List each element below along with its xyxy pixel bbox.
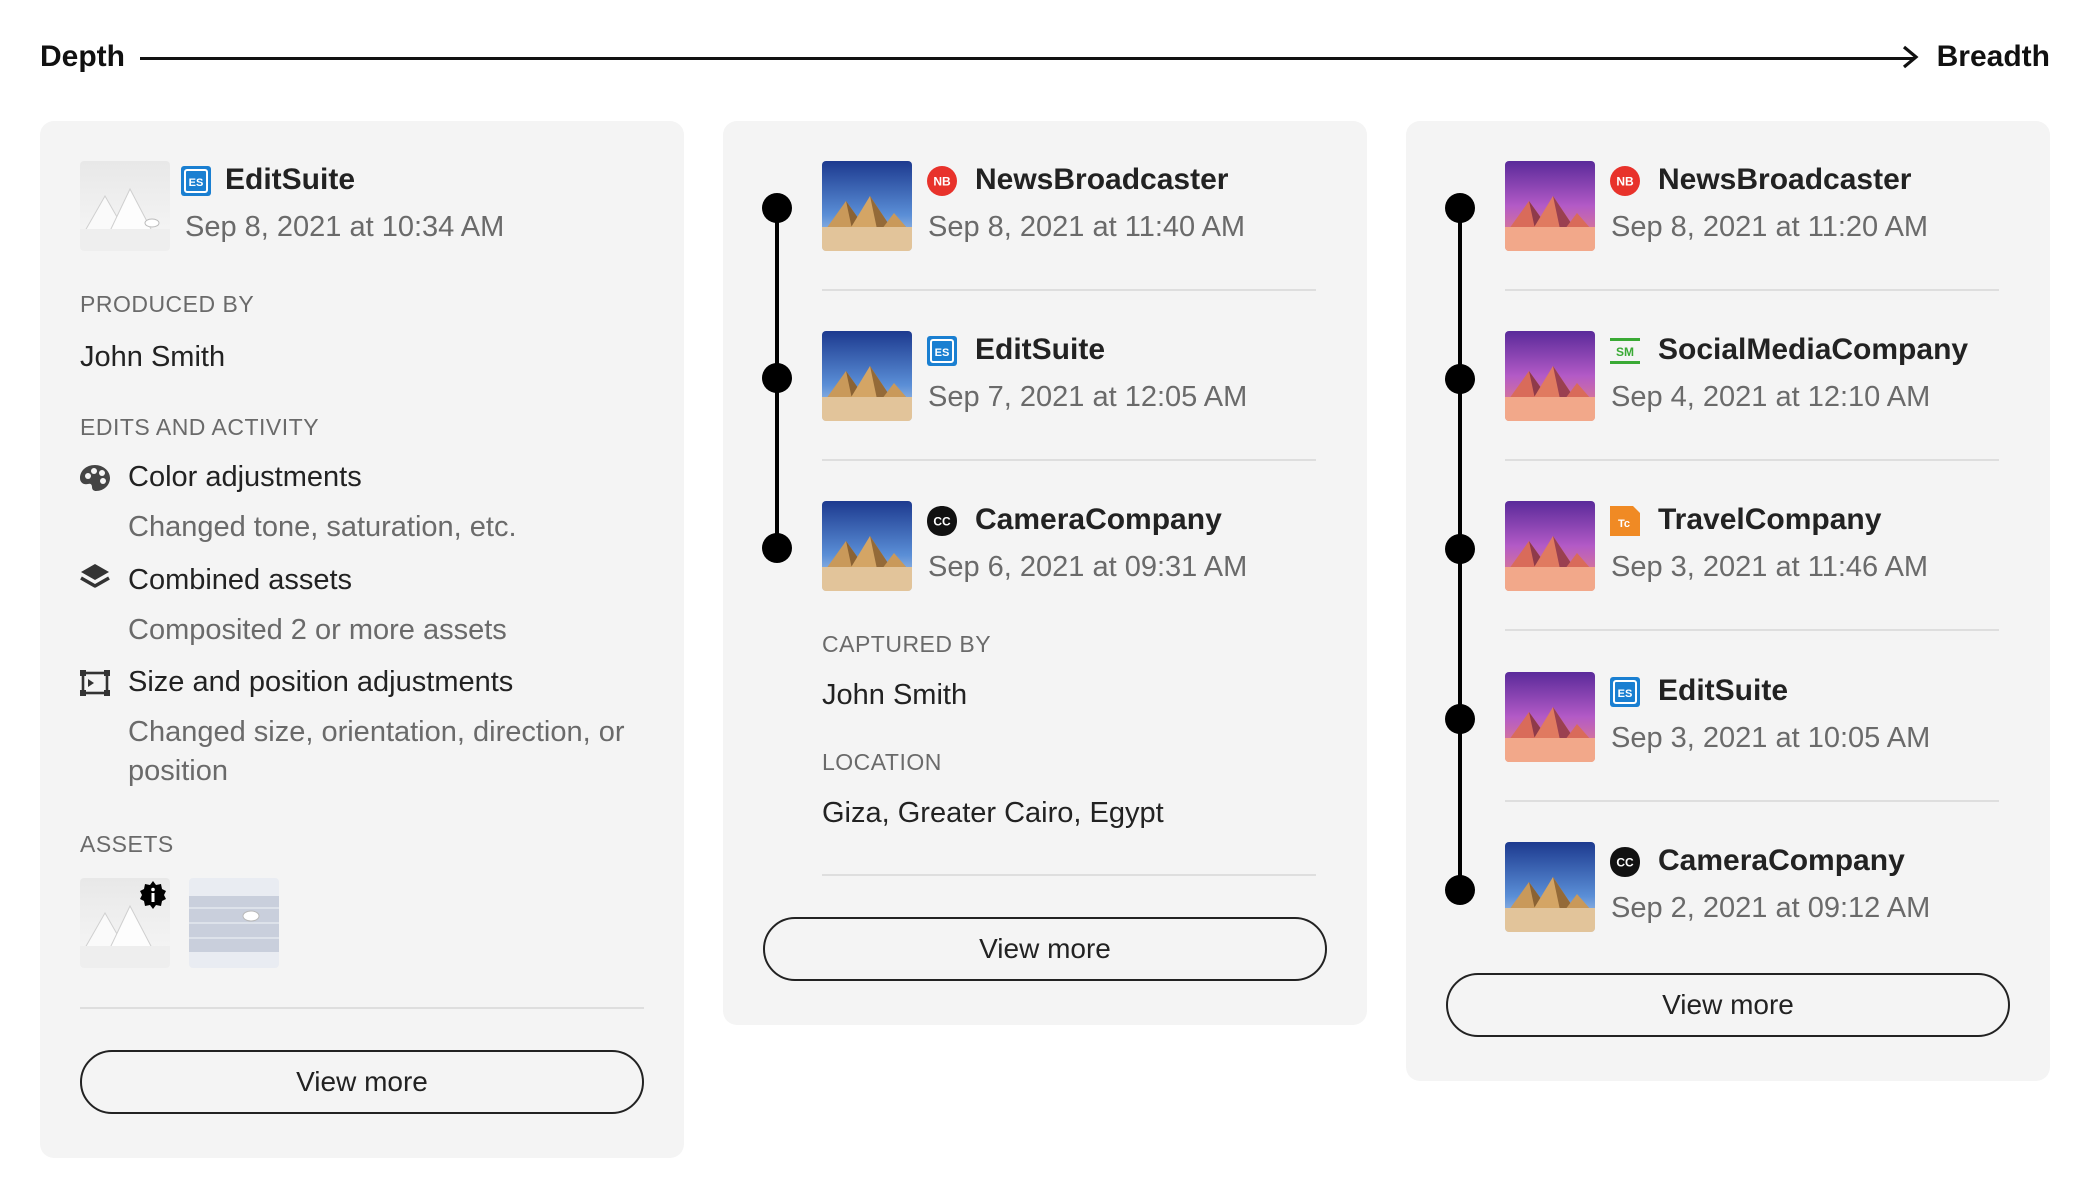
brand-name: CameraCompany [975, 503, 1222, 536]
produced-by-value: John Smith [80, 341, 226, 373]
travelcompany-logo-icon: Tc [1610, 506, 1640, 536]
asset-thumbnail[interactable] [80, 161, 170, 251]
timeline-dot [1445, 534, 1475, 564]
timestamp: Sep 6, 2021 at 09:31 AM [928, 551, 1248, 583]
svg-text:CC: CC [933, 515, 951, 529]
svg-text:ES: ES [189, 177, 204, 189]
timestamp: Sep 8, 2021 at 10:34 AM [185, 211, 505, 243]
asset-thumbnail[interactable] [1505, 501, 1595, 591]
timeline-dot [762, 193, 792, 223]
timeline-dot [1445, 704, 1475, 734]
brand-name: TravelCompany [1658, 503, 1882, 536]
layers-icon [80, 564, 110, 588]
edits-activity-label: EDITS AND ACTIVITY [80, 414, 320, 440]
divider [80, 1007, 644, 1009]
timeline-dot [1445, 193, 1475, 223]
axis-right-label: Breadth [1936, 40, 2050, 73]
timestamp: Sep 7, 2021 at 12:05 AM [928, 381, 1248, 413]
crop-icon [80, 670, 110, 696]
timeline-dot [762, 533, 792, 563]
asset-thumbnail[interactable] [822, 501, 912, 591]
depth-card: ES EditSuite Sep 8, 2021 at 10:34 AM PRO… [40, 121, 684, 1158]
timestamp: Sep 8, 2021 at 11:20 AM [1611, 211, 1929, 243]
divider [822, 459, 1316, 461]
cameracompany-logo-icon: CC [1610, 847, 1640, 877]
assets-label: ASSETS [80, 831, 174, 857]
location-value: Giza, Greater Cairo, Egypt [822, 797, 1164, 829]
asset-thumbnail[interactable] [1505, 672, 1595, 762]
timeline-dot [1445, 364, 1475, 394]
asset-thumbnail[interactable] [1505, 161, 1595, 251]
palette-icon [80, 465, 110, 491]
brand-name: SocialMediaCompany [1658, 333, 1969, 366]
brand-name: NewsBroadcaster [975, 163, 1229, 196]
divider [1505, 289, 1999, 291]
svg-text:ES: ES [935, 347, 950, 359]
svg-text:NB: NB [933, 175, 951, 189]
editsuite-logo-icon: ES [181, 166, 211, 196]
brand-name: CameraCompany [1658, 844, 1905, 877]
captured-by-value: John Smith [822, 679, 968, 711]
timestamp: Sep 4, 2021 at 12:10 AM [1611, 381, 1931, 413]
edit-description: Changed size, orientation, direction, or… [128, 716, 625, 787]
timestamp: Sep 3, 2021 at 11:46 AM [1611, 551, 1929, 583]
view-more-button[interactable]: View more [763, 917, 1327, 981]
timestamp: Sep 8, 2021 at 11:40 AM [928, 211, 1246, 243]
cameracompany-logo-icon: CC [927, 506, 957, 536]
view-more-button[interactable]: View more [1446, 973, 2010, 1037]
brand-name: EditSuite [225, 163, 356, 196]
edit-title: Color adjustments [128, 461, 362, 493]
view-more-button[interactable]: View more [80, 1050, 644, 1114]
timeline-card-depth: NB NewsBroadcaster Sep 8, 2021 at 11:40 … [723, 121, 1367, 1025]
captured-by-label: CAPTURED BY [822, 631, 992, 657]
svg-text:SM: SM [1616, 345, 1634, 359]
timeline-dot [1445, 875, 1475, 905]
newsbroadcaster-logo-icon: NB [927, 166, 957, 196]
brand-name: NewsBroadcaster [1658, 163, 1912, 196]
location-label: LOCATION [822, 749, 942, 775]
editsuite-logo-icon: ES [1610, 677, 1640, 707]
edit-description: Changed tone, saturation, etc. [128, 511, 517, 543]
produced-by-label: PRODUCED BY [80, 291, 255, 317]
editsuite-logo-icon: ES [927, 336, 957, 366]
svg-text:ES: ES [1618, 688, 1633, 700]
divider [1505, 459, 1999, 461]
brand-name: EditSuite [1658, 674, 1789, 707]
timeline-card-breadth: NB NewsBroadcaster Sep 8, 2021 at 11:20 … [1406, 121, 2050, 1081]
edit-title: Size and position adjustments [128, 666, 514, 698]
divider [822, 874, 1316, 876]
arrow-right-icon [1902, 45, 1919, 69]
svg-text:NB: NB [1616, 175, 1634, 189]
asset-thumbnail[interactable] [1505, 331, 1595, 421]
svg-text:Tc: Tc [1618, 518, 1630, 530]
axis-line [140, 57, 1915, 60]
asset-thumbnail[interactable] [1505, 842, 1595, 932]
edit-title: Combined assets [128, 564, 353, 596]
asset-thumbnail[interactable] [822, 331, 912, 421]
divider [1505, 800, 1999, 802]
asset-thumbnail[interactable] [189, 878, 279, 968]
asset-thumbnail[interactable] [822, 161, 912, 251]
newsbroadcaster-logo-icon: NB [1610, 166, 1640, 196]
timestamp: Sep 3, 2021 at 10:05 AM [1611, 722, 1931, 754]
timeline-dot [762, 363, 792, 393]
axis-left-label: Depth [40, 40, 125, 73]
svg-text:CC: CC [1616, 856, 1634, 870]
timestamp: Sep 2, 2021 at 09:12 AM [1611, 892, 1931, 924]
divider [1505, 629, 1999, 631]
socialmediacompany-logo-icon: SM [1610, 338, 1640, 364]
divider [822, 289, 1316, 291]
edit-description: Composited 2 or more assets [128, 614, 507, 646]
depth-breadth-axis: Depth Breadth [0, 0, 2080, 120]
info-badge-icon[interactable] [138, 880, 168, 910]
brand-name: EditSuite [975, 333, 1106, 366]
